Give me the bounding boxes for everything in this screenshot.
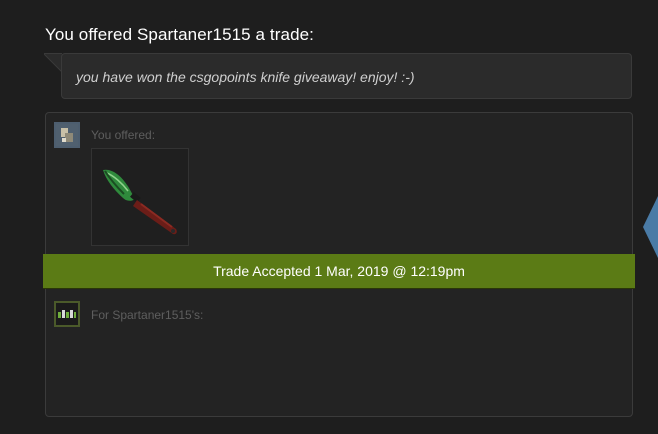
trade-headline: You offered Spartaner1515 a trade: xyxy=(45,25,314,44)
knife-item-icon xyxy=(103,169,177,235)
speech-bubble-tail xyxy=(44,53,62,73)
you-offered-label: You offered: xyxy=(91,128,156,142)
trade-status-bar: Trade Accepted 1 Mar, 2019 @ 12:19pm xyxy=(43,254,635,289)
avatar-image-icon xyxy=(56,124,78,146)
partner-avatar[interactable] xyxy=(54,301,80,327)
my-avatar[interactable] xyxy=(54,122,80,148)
trade-message-text: you have won the csgopoints knife giveaw… xyxy=(76,69,415,85)
next-arrow-icon[interactable] xyxy=(643,196,658,258)
trade-message-box: you have won the csgopoints knife giveaw… xyxy=(61,53,632,99)
avatar-image-icon xyxy=(56,303,78,325)
offered-item-slot[interactable] xyxy=(91,148,189,246)
for-partner-label: For Spartaner1515's: xyxy=(91,308,204,322)
